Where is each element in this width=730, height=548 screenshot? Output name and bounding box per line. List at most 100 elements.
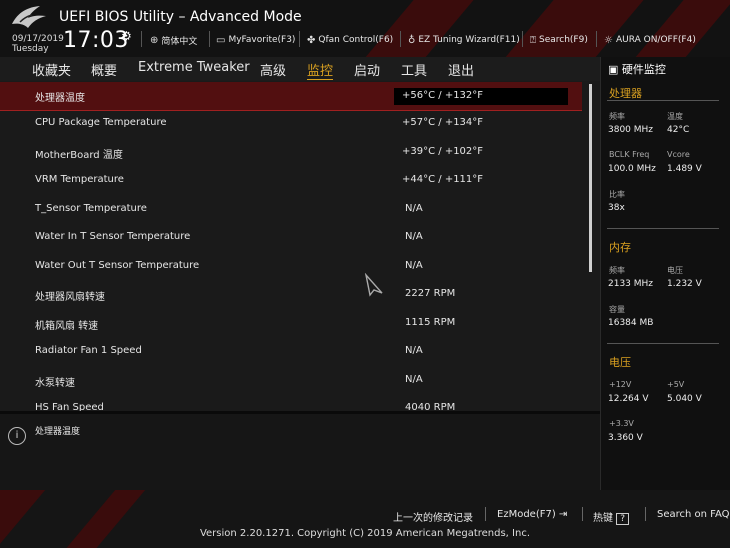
header-decoration (329, 0, 491, 57)
tab-monitor[interactable]: 监控 (307, 60, 334, 80)
version-text: Version 2.20.1271. Copyright (C) 2019 Am… (199, 528, 531, 539)
help-text: 处理器温度 (35, 427, 81, 437)
tab-tool[interactable]: 工具 (401, 60, 427, 79)
row-value: N/A (405, 231, 423, 242)
toolbar-separator (141, 31, 142, 47)
row-value: 2227 RPM (405, 288, 456, 299)
language-button[interactable]: ⊕ 简体中文 (150, 33, 197, 47)
row-label: HS Fan Speed (35, 402, 104, 411)
clock-settings-gear-icon[interactable]: ⚙ (121, 29, 132, 43)
row-value: N/A (405, 374, 423, 385)
voltage-section-title: 电压 (609, 356, 631, 369)
toolbar-separator (596, 31, 597, 47)
row-label: Radiator Fan 1 Speed (35, 345, 142, 356)
tab-main[interactable]: 概要 (91, 60, 117, 79)
weekday: Tuesday (12, 44, 49, 54)
info-icon: i (8, 427, 26, 445)
monitor-row-cpu-temp[interactable]: 处理器温度 +56°C / +132°F (0, 82, 582, 111)
ratio-label: 比率 (609, 190, 625, 199)
rog-logo-icon (12, 6, 46, 28)
row-value: N/A (405, 260, 423, 271)
globe-icon: ⊕ (150, 34, 159, 46)
list-scrollbar[interactable] (589, 84, 592, 272)
myfavorite-button[interactable]: ▭ MyFavorite(F3) (216, 33, 295, 47)
row-label: MotherBoard 温度 (35, 150, 123, 161)
row-label: 水泵转速 (35, 378, 75, 389)
monitor-row[interactable]: Radiator Fan 1 Speed N/A (0, 338, 582, 366)
fan-icon: ✤ (307, 34, 316, 46)
monitor-list: 处理器温度 +56°C / +132°F CPU Package Tempera… (0, 81, 600, 411)
bclk-value: 100.0 MHz (608, 164, 656, 174)
mem-volt-label: 电压 (667, 266, 683, 275)
tab-favorites[interactable]: 收藏夹 (32, 60, 71, 79)
mem-volt-value: 1.232 V (667, 279, 702, 289)
section-divider (607, 343, 719, 344)
toolbar-separator (400, 31, 401, 47)
hw-monitor-title: ▣ 硬件监控 (608, 63, 666, 76)
row-value: +44°C / +111°F (402, 174, 484, 185)
row-value: +57°C / +134°F (402, 117, 484, 128)
section-divider (607, 100, 719, 101)
monitor-row[interactable]: CPU Package Temperature +57°C / +134°F (0, 110, 582, 138)
footer-separator (582, 507, 583, 521)
hardware-monitor-panel: ▣ 硬件监控 处理器 频率 温度 3800 MHz 42°C BCLK Freq… (600, 57, 730, 490)
footer-decoration (56, 490, 154, 548)
app-title: UEFI BIOS Utility – Advanced Mode (59, 9, 302, 25)
toolbar-separator (209, 31, 210, 47)
section-divider (607, 228, 719, 229)
row-value: 1115 RPM (405, 317, 456, 328)
footer-decoration (0, 490, 54, 548)
row-value: N/A (405, 203, 423, 214)
vcore-value: 1.489 V (667, 164, 702, 174)
monitor-row[interactable]: MotherBoard 温度 +39°C / +102°F (0, 139, 582, 167)
ez-tuning-wizard-button[interactable]: ♁ EZ Tuning Wizard(F11) (408, 33, 520, 47)
bulb-icon: ♁ (408, 34, 416, 46)
row-value: +39°C / +102°F (402, 146, 484, 157)
row-value: N/A (405, 345, 423, 356)
search-button[interactable]: ⍰ Search(F9) (530, 33, 588, 47)
aura-toggle-button[interactable]: ☼ AURA ON/OFF(F4) (604, 33, 696, 47)
tab-advanced[interactable]: 高级 (260, 60, 286, 79)
monitor-screen-icon: ▣ (608, 63, 619, 76)
exit-arrow-icon: ⇥ (558, 509, 568, 520)
toolbar-separator (299, 31, 300, 47)
mem-cap-value: 16384 MB (608, 318, 654, 328)
footer-separator (645, 507, 646, 521)
row-value: 4040 RPM (405, 402, 456, 411)
qfan-control-button[interactable]: ✤ Qfan Control(F6) (307, 33, 393, 47)
cpu-section-title: 处理器 (609, 87, 642, 100)
v12-value: 12.264 V (608, 394, 649, 404)
row-label: 处理器风扇转速 (35, 292, 105, 303)
row-label: Water In T Sensor Temperature (35, 231, 191, 242)
mem-cap-label: 容量 (609, 305, 625, 314)
v5-value: 5.040 V (667, 394, 702, 404)
monitor-row[interactable]: 机箱风扇 转速 1115 RPM (0, 310, 582, 338)
tab-exit[interactable]: 退出 (448, 60, 474, 79)
mem-freq-label: 频率 (609, 266, 625, 275)
search-faq-button[interactable]: Search on FAQ (657, 509, 730, 520)
last-modified-button[interactable]: 上一次的修改记录 (393, 509, 473, 524)
monitor-row[interactable]: 处理器风扇转速 2227 RPM (0, 281, 582, 309)
monitor-row[interactable]: T_Sensor Temperature N/A (0, 196, 582, 224)
row-label: 机箱风扇 转速 (35, 321, 99, 332)
tab-extreme-tweaker[interactable]: Extreme Tweaker (138, 60, 250, 75)
hotkeys-button[interactable]: 热键 ? (593, 509, 629, 525)
hotkey-help-icon: ? (616, 513, 629, 525)
v33-value: 3.360 V (608, 433, 643, 443)
tab-boot[interactable]: 启动 (354, 60, 380, 79)
monitor-row[interactable]: 水泵转速 N/A (0, 367, 582, 395)
date-display: 09/17/2019 Tuesday (12, 34, 64, 54)
row-label: CPU Package Temperature (35, 117, 167, 128)
monitor-row[interactable]: Water Out T Sensor Temperature N/A (0, 253, 582, 281)
v33-label: +3.3V (609, 419, 634, 428)
cpu-temp-label: 温度 (667, 112, 683, 121)
footer-bar: 上一次的修改记录 EzMode(F7) ⇥ 热键 ? Search on FAQ… (0, 490, 730, 548)
monitor-row[interactable]: VRM Temperature +44°C / +111°F (0, 167, 582, 195)
cpu-temp-value: 42°C (667, 125, 690, 135)
vcore-label: Vcore (667, 150, 690, 159)
monitor-row[interactable]: HS Fan Speed 4040 RPM (0, 395, 582, 411)
monitor-row[interactable]: Water In T Sensor Temperature N/A (0, 224, 582, 252)
ratio-value: 38x (608, 203, 625, 213)
row-label: T_Sensor Temperature (35, 203, 147, 214)
ezmode-button[interactable]: EzMode(F7) ⇥ (497, 509, 567, 520)
